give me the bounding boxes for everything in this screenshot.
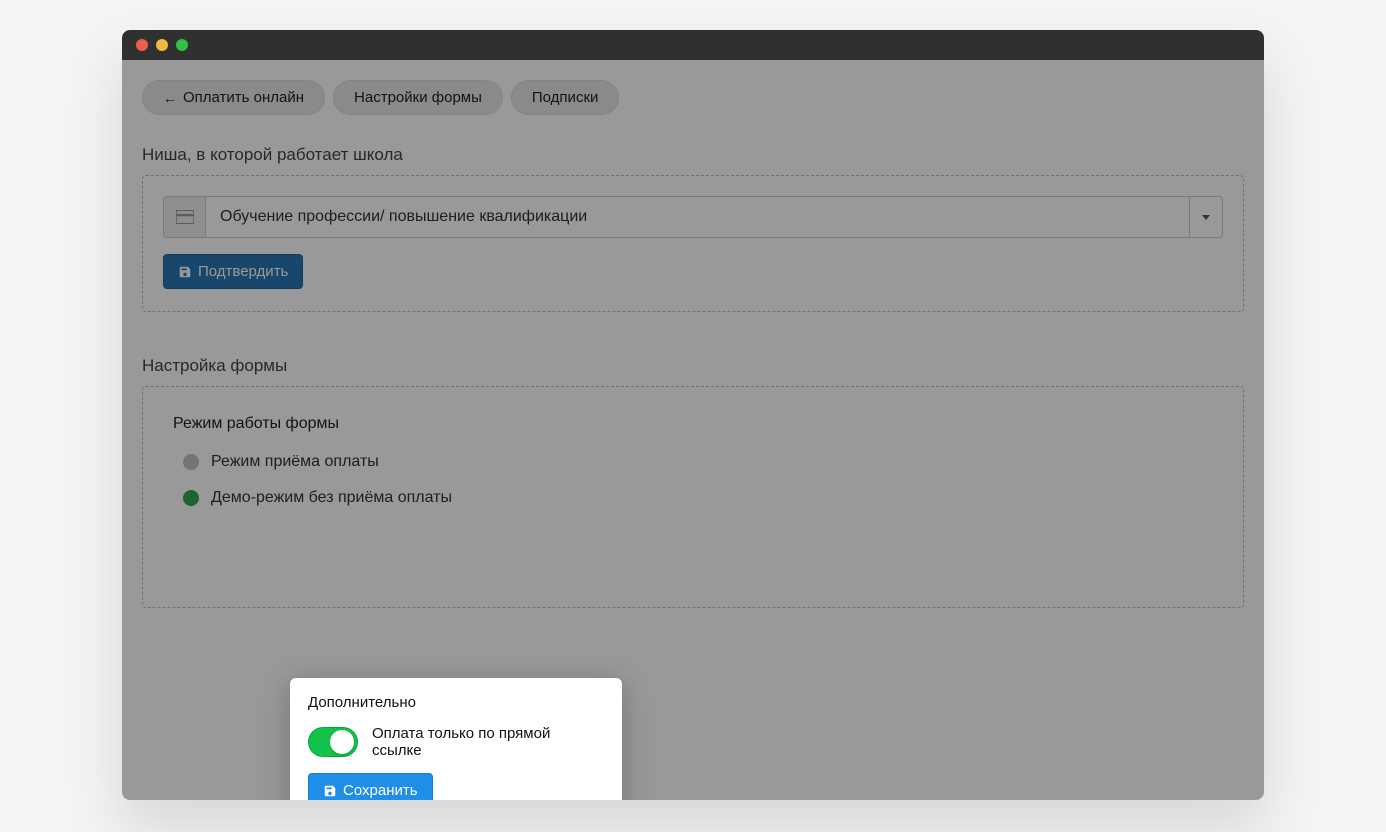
radio-indicator-selected bbox=[183, 490, 199, 506]
chevron-down-icon bbox=[1202, 215, 1210, 220]
save-button-label: Сохранить bbox=[343, 782, 418, 799]
direct-link-toggle-row: Оплата только по прямой ссылке bbox=[308, 725, 604, 759]
form-settings-heading: Настройка формы bbox=[142, 356, 1244, 376]
form-mode-options: Режим приёма оплаты Демо-режим без приём… bbox=[173, 453, 1213, 507]
arrow-left-icon: ← bbox=[163, 90, 177, 106]
form-mode-heading: Режим работы формы bbox=[173, 415, 1213, 433]
tab-row: ← Оплатить онлайн Настройки формы Подпис… bbox=[142, 80, 1244, 115]
confirm-button[interactable]: Подтвердить bbox=[163, 254, 303, 289]
radio-label: Режим приёма оплаты bbox=[211, 453, 379, 471]
save-button[interactable]: Сохранить bbox=[308, 773, 433, 800]
radio-indicator bbox=[183, 454, 199, 470]
radio-option-demo[interactable]: Демо-режим без приёма оплаты bbox=[183, 489, 1213, 507]
tab-pay-online-label: Оплатить онлайн bbox=[183, 89, 304, 106]
content-wrap: ← Оплатить онлайн Настройки формы Подпис… bbox=[122, 60, 1264, 800]
tab-subscriptions[interactable]: Подписки bbox=[511, 80, 620, 115]
additional-card: Дополнительно Оплата только по прямой сс… bbox=[290, 678, 622, 800]
niche-panel: Обучение профессии/ повышение квалификац… bbox=[142, 175, 1244, 312]
radio-option-payment[interactable]: Режим приёма оплаты bbox=[183, 453, 1213, 471]
tab-pay-online[interactable]: ← Оплатить онлайн bbox=[142, 80, 325, 115]
app-window: ← Оплатить онлайн Настройки формы Подпис… bbox=[122, 30, 1264, 800]
confirm-button-label: Подтвердить bbox=[198, 263, 288, 280]
additional-heading: Дополнительно bbox=[308, 694, 604, 711]
direct-link-toggle-label: Оплата только по прямой ссылке bbox=[372, 725, 604, 759]
tab-form-settings[interactable]: Настройки формы bbox=[333, 80, 503, 115]
radio-label: Демо-режим без приёма оплаты bbox=[211, 489, 452, 507]
save-icon bbox=[323, 784, 337, 798]
niche-caret[interactable] bbox=[1189, 196, 1223, 238]
window-titlebar bbox=[122, 30, 1264, 60]
form-settings-panel: Режим работы формы Режим приёма оплаты Д… bbox=[142, 386, 1244, 608]
toggle-knob bbox=[330, 730, 354, 754]
niche-heading: Ниша, в которой работает школа bbox=[142, 145, 1244, 165]
direct-link-toggle[interactable] bbox=[308, 727, 358, 757]
window-maximize-dot[interactable] bbox=[176, 39, 188, 51]
tab-form-settings-label: Настройки формы bbox=[354, 89, 482, 106]
window-minimize-dot[interactable] bbox=[156, 39, 168, 51]
save-icon bbox=[178, 265, 192, 279]
window-close-dot[interactable] bbox=[136, 39, 148, 51]
tab-subscriptions-label: Подписки bbox=[532, 89, 599, 106]
niche-select[interactable]: Обучение профессии/ повышение квалификац… bbox=[163, 196, 1223, 238]
card-icon bbox=[163, 196, 205, 238]
niche-selected-value: Обучение профессии/ повышение квалификац… bbox=[205, 196, 1189, 238]
